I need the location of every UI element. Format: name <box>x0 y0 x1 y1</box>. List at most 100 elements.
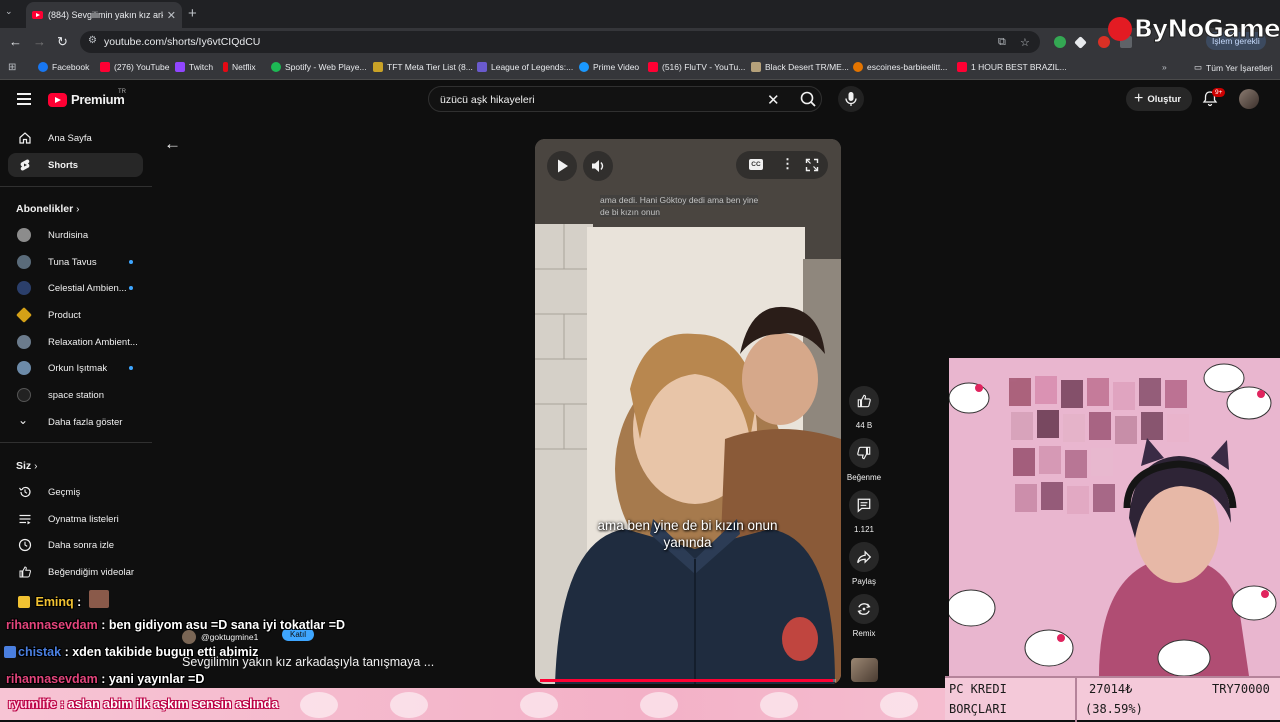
fullscreen-icon[interactable] <box>805 158 819 172</box>
voice-search-icon[interactable] <box>838 86 864 112</box>
bookmark-label: Tüm Yer İşaretleri <box>1206 62 1273 73</box>
bookmark-label: Facebook <box>52 62 90 72</box>
sidebar-divider <box>0 442 152 443</box>
sidebar-item-shorts[interactable]: Shorts <box>8 153 143 177</box>
chat-message: chistak : xden takibide bugun etti abimi… <box>4 645 258 659</box>
subscriptions-heading[interactable]: Abonelikler › <box>16 203 79 215</box>
bookmark-item[interactable]: Prime Video <box>579 62 639 72</box>
volume-icon[interactable] <box>583 151 613 181</box>
more-options-icon[interactable]: ⋮ <box>781 156 794 172</box>
sidebar-item-label: Daha sonra izle <box>48 539 115 551</box>
apps-grid-icon[interactable]: ⊞ <box>8 62 16 73</box>
logo-region: TR <box>118 89 126 95</box>
comments-button[interactable] <box>849 490 879 520</box>
you-heading[interactable]: Siz › <box>16 460 37 472</box>
youtube-logo[interactable]: Premium <box>48 92 125 107</box>
sidebar-subscription[interactable]: Tuna Tavus <box>8 250 143 274</box>
bookmark-item[interactable]: escoines-barbieelitt... <box>853 62 947 72</box>
comments-icon <box>857 498 871 513</box>
search-box[interactable]: üzücü aşk hikayeleri ✕ <box>428 86 822 112</box>
reload-icon[interactable]: ↻ <box>57 34 68 50</box>
progress-bar[interactable] <box>540 679 836 682</box>
playlists-icon <box>19 514 31 525</box>
tft-icon <box>373 62 383 72</box>
tab-close-icon[interactable]: ✕ <box>167 9 176 22</box>
sidebar-item-history[interactable]: Geçmiş <box>8 480 143 504</box>
show-more-button[interactable]: ⌄ Daha fazla göster <box>8 410 143 434</box>
folder-icon: ▭ <box>1194 62 1203 72</box>
facebook-icon <box>38 62 48 72</box>
remix-button[interactable] <box>849 594 879 624</box>
channel-avatar <box>17 255 31 269</box>
captions-icon[interactable]: CC <box>749 159 763 170</box>
sidebar-subscription[interactable]: Orkun Işıtmak <box>8 356 143 380</box>
sidebar-item-playlists[interactable]: Oynatma listeleri <box>8 507 143 531</box>
sidebar-item-label: Tuna Tavus <box>48 256 97 268</box>
watch-later-icon <box>18 538 32 552</box>
create-label: Oluştur <box>1147 93 1182 105</box>
stream-chat-overlay: Eminq : rihannasevdam : ben gidiyom asu … <box>0 588 470 688</box>
bookmark-item[interactable]: Facebook <box>38 62 89 72</box>
dislike-button[interactable] <box>849 438 879 468</box>
like-button[interactable] <box>849 386 879 416</box>
chevron-right-icon: › <box>34 461 38 472</box>
more-bookmarks-icon[interactable]: » <box>1162 62 1167 72</box>
search-icon[interactable] <box>795 89 821 109</box>
bynogame-logo-icon <box>1108 16 1132 41</box>
all-bookmarks-folder[interactable]: ▭ Tüm Yer İşaretleri <box>1194 62 1273 73</box>
channel-avatar <box>17 361 31 375</box>
menu-icon[interactable] <box>17 93 31 108</box>
address-bar[interactable]: ⚙ youtube.com/shorts/Iy6vtCIQdCU ⧉ ☆ <box>80 31 1040 53</box>
share-button[interactable] <box>849 542 879 572</box>
bookmark-item[interactable]: Twitch <box>175 62 213 72</box>
bookmark-item[interactable]: TFT Meta Tier List (8... <box>373 62 473 72</box>
bookmark-item[interactable]: League of Legends:... <box>477 62 573 72</box>
site-info-icon[interactable]: ⚙ <box>88 35 97 46</box>
sidebar-subscription[interactable]: Nurdisina <box>8 223 143 247</box>
new-tab-icon[interactable]: + <box>188 5 197 22</box>
url-text: youtube.com/shorts/Iy6vtCIQdCU <box>104 36 261 48</box>
dislike-label: Beğenme <box>846 473 882 482</box>
youtube-icon <box>100 62 110 72</box>
sidebar-subscription[interactable]: Product <box>8 303 143 327</box>
forward-icon[interactable]: → <box>33 34 46 49</box>
new-content-dot <box>129 366 133 370</box>
subscriber-badge-icon <box>4 646 16 658</box>
clear-search-icon[interactable]: ✕ <box>767 91 780 109</box>
prime-video-icon <box>579 62 589 72</box>
bookmark-star-icon[interactable]: ☆ <box>1020 36 1030 49</box>
tab-search-icon[interactable]: ⌄ <box>5 6 13 17</box>
sidebar-item-watch-later[interactable]: Daha sonra izle <box>8 533 143 557</box>
back-arrow-icon[interactable]: ← <box>164 134 181 154</box>
sidebar-subscription[interactable]: Celestial Ambien... <box>8 276 143 300</box>
back-icon[interactable]: ← <box>9 34 22 49</box>
bookmark-item[interactable]: Netflix <box>223 62 256 72</box>
bookmark-label: Black Desert TR/ME... <box>765 62 849 72</box>
sidebar-subscription[interactable]: space station <box>8 383 143 407</box>
shorts-icon <box>20 159 30 171</box>
sidebar-item-home[interactable]: Ana Sayfa <box>8 126 143 150</box>
sound-thumbnail[interactable] <box>851 658 878 682</box>
spotify-icon <box>271 62 281 72</box>
sidebar-subscription[interactable]: Relaxation Ambient... <box>8 330 143 354</box>
extension-icon[interactable] <box>1074 36 1087 49</box>
install-app-icon[interactable]: ⧉ <box>998 36 1006 49</box>
play-icon[interactable] <box>547 151 577 181</box>
netflix-icon <box>223 62 228 72</box>
sidebar-item-label: Shorts <box>48 159 79 171</box>
comment-count: 1.121 <box>853 525 875 534</box>
sidebar-item-label: Daha fazla göster <box>48 416 123 428</box>
create-button[interactable]: + Oluştur <box>1126 87 1192 111</box>
bookmark-item[interactable]: 1 HOUR BEST BRAZIL... <box>957 62 1067 72</box>
bookmark-item[interactable]: (516) FluTV - YouTu... <box>648 62 745 72</box>
emote-icon <box>88 590 109 608</box>
account-avatar[interactable] <box>1239 89 1259 109</box>
extension-icon[interactable] <box>1054 36 1066 48</box>
sidebar-item-liked[interactable]: Beğendiğim videolar <box>8 560 143 584</box>
bookmark-item[interactable]: Black Desert TR/ME... <box>751 62 849 72</box>
bookmark-item[interactable]: (276) YouTube <box>100 62 169 72</box>
shorts-player[interactable]: CC ⋮ ama dedi. Hani Göktoy dedi ama ben … <box>535 139 841 684</box>
browser-tab-active[interactable]: (884) Sevgilimin yakın kız arkad ✕ <box>26 2 182 28</box>
search-input[interactable]: üzücü aşk hikayeleri <box>440 94 535 106</box>
bookmark-item[interactable]: Spotify - Web Playe... <box>271 62 367 72</box>
